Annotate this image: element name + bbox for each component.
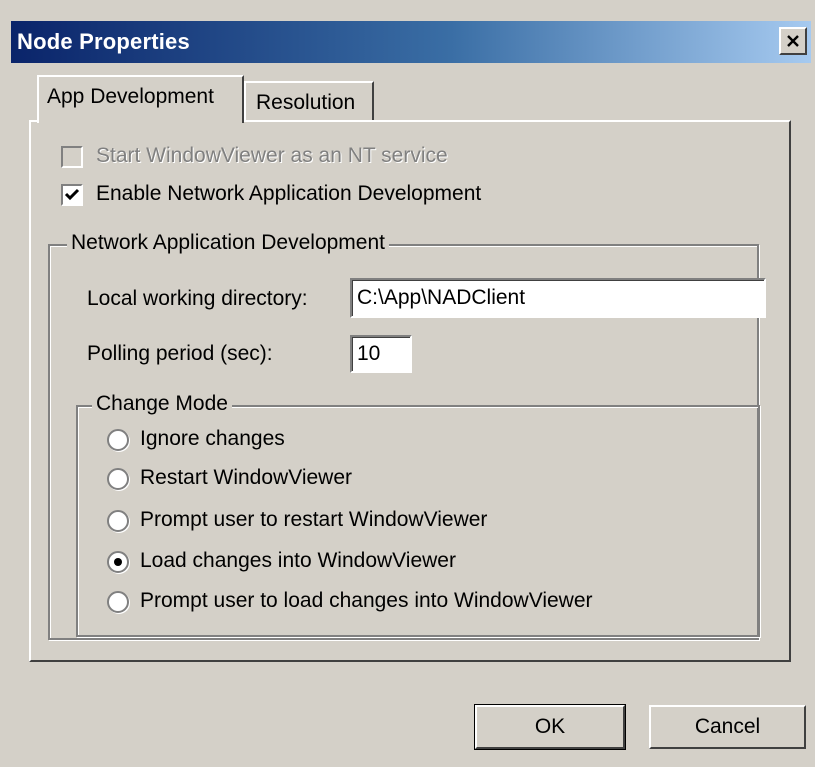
radio-prompt-load[interactable]	[107, 591, 129, 613]
radio-load[interactable]	[107, 551, 129, 573]
radio-restart[interactable]	[107, 468, 129, 490]
radio-prompt-restart-label: Prompt user to restart WindowViewer	[140, 508, 488, 531]
close-button[interactable]	[779, 27, 807, 55]
window-title: Node Properties	[17, 29, 190, 54]
node-properties-dialog: Node Properties App Development Resoluti…	[0, 0, 815, 767]
nad-group-title: Network Application Development	[67, 231, 389, 255]
local-dir-input[interactable]	[350, 278, 766, 318]
enable-nad-checkbox[interactable]	[61, 184, 83, 206]
enable-nad-label: Enable Network Application Development	[96, 182, 482, 205]
polling-input[interactable]	[350, 335, 412, 373]
tab-resolution-label: Resolution	[256, 91, 356, 114]
radio-ignore[interactable]	[107, 429, 129, 451]
radio-load-label: Load changes into WindowViewer	[140, 549, 456, 572]
tab-resolution[interactable]: Resolution	[244, 81, 374, 121]
ok-button[interactable]: OK	[474, 704, 626, 750]
nt-service-label: Start WindowViewer as an NT service	[96, 144, 448, 167]
radio-selected-dot	[114, 558, 122, 566]
radio-ignore-label: Ignore changes	[140, 427, 285, 450]
radio-restart-label: Restart WindowViewer	[140, 466, 353, 489]
radio-prompt-load-label: Prompt user to load changes into WindowV…	[140, 589, 593, 612]
tab-app-development-label: App Development	[47, 85, 214, 108]
tab-panel: Start WindowViewer as an NT service Enab…	[29, 120, 791, 662]
change-mode-title: Change Mode	[92, 392, 232, 416]
local-dir-label: Local working directory:	[87, 287, 308, 310]
radio-prompt-restart[interactable]	[107, 510, 129, 532]
polling-label: Polling period (sec):	[87, 342, 273, 365]
checkmark-icon	[64, 188, 80, 201]
close-icon	[787, 35, 799, 47]
nt-service-checkbox	[61, 146, 83, 168]
title-bar[interactable]: Node Properties	[11, 21, 811, 63]
cancel-button[interactable]: Cancel	[649, 705, 806, 749]
tab-app-development[interactable]: App Development	[37, 75, 244, 123]
